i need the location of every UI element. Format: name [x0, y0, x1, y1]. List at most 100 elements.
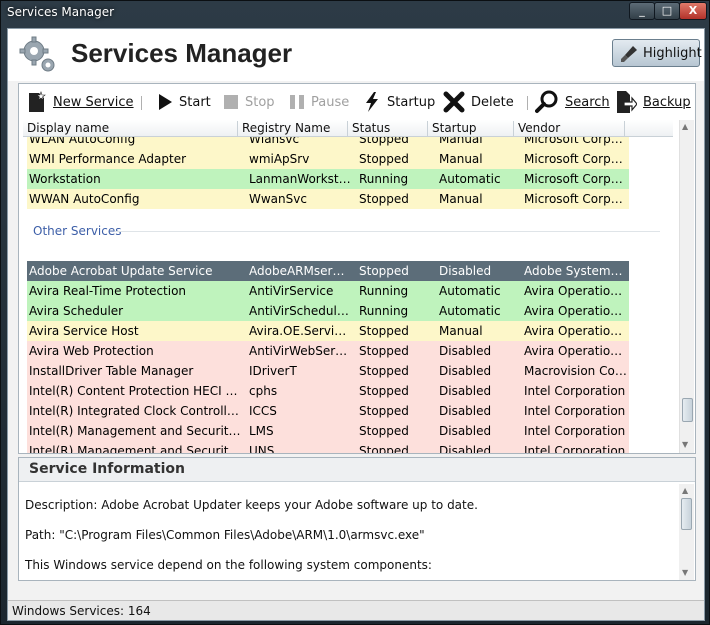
service-path: Path: "C:\Program Files\Common Files\Ado…	[25, 528, 425, 542]
service-row[interactable]: Avira Web Protection AntiVirWebService Sto…	[27, 341, 629, 361]
vendor-cell: Intel Corporation	[524, 424, 626, 438]
service-information-body: Description: Adobe Acrobat Updater keeps…	[25, 498, 665, 588]
pause-button[interactable]: Pause	[289, 90, 349, 114]
service-row[interactable]: WLAN AutoConfig Wlansvc Stopped Manual Micro…	[27, 137, 629, 149]
stop-icon	[224, 95, 238, 109]
scroll-up-arrow[interactable]: ▲	[682, 122, 688, 131]
stop-button[interactable]: Stop	[223, 90, 275, 114]
services-list: Other Services WLAN AutoConfig Wlansvc Sto…	[23, 137, 673, 453]
client-area: Services Manager Highlight New Service S…	[7, 28, 705, 621]
display-name-cell: Intel(R) Management and Security Ap...	[29, 424, 243, 438]
status-cell: Stopped	[359, 344, 409, 358]
list-scrollbar[interactable]: ▲ ▼	[679, 120, 694, 453]
close-button[interactable]: X	[679, 2, 707, 20]
registry-name-cell: AdobeARMservice	[249, 264, 351, 278]
window-title: Services Manager	[7, 5, 115, 19]
registry-name-cell: Avira.OE.Service...	[249, 324, 351, 338]
service-row[interactable]: Avira Real-Time Protection AntiVirService…	[27, 281, 629, 301]
service-row[interactable]: Intel(R) Integrated Clock Controller Ser…	[27, 401, 629, 421]
vendor-cell: Intel Corporation	[524, 444, 626, 453]
startup-cell: Manual	[439, 152, 483, 166]
startup-cell: Disabled	[439, 444, 492, 453]
title-bar[interactable]: Services Manager _ □ X	[1, 1, 709, 25]
display-name-cell: Workstation	[29, 172, 101, 186]
registry-name-cell: AntiVirWebService	[249, 344, 351, 358]
minimize-button[interactable]: _	[629, 2, 655, 20]
vendor-cell: Intel Corporation	[524, 384, 626, 398]
vendor-cell: Microsoft Corpo...	[524, 172, 627, 186]
service-row[interactable]: Intel(R) Management and Security Ap... LM…	[27, 421, 629, 441]
vendor-cell: Microsoft Corpo...	[524, 192, 627, 206]
delete-label: Delete	[471, 94, 514, 110]
service-row[interactable]: InstallDriver Table Manager IDriverT Stopp…	[27, 361, 629, 381]
status-cell: Stopped	[359, 444, 409, 453]
service-dependencies: This Windows service depend on the follo…	[25, 558, 432, 572]
scroll-down-arrow[interactable]: ▼	[682, 440, 688, 449]
service-row[interactable]: Workstation LanmanWorkstat... Running Autom…	[27, 169, 629, 189]
highlight-button[interactable]: Highlight	[612, 39, 702, 67]
delete-x-icon	[443, 91, 465, 113]
new-service-label: New Service	[53, 94, 134, 110]
info-scroll-down-arrow[interactable]: ▼	[682, 568, 688, 577]
startup-cell: Disabled	[439, 344, 492, 358]
service-row[interactable]: WWAN AutoConfig WwanSvc Stopped Manual Micro…	[27, 189, 629, 209]
registry-name-cell: AntiVirScheduler...	[249, 304, 351, 318]
delete-button[interactable]: Delete	[443, 90, 514, 114]
search-button[interactable]: Search	[535, 90, 610, 114]
maximize-button[interactable]: □	[654, 2, 680, 20]
service-row[interactable]: Avira Scheduler AntiVirScheduler... Runnin…	[27, 301, 629, 321]
service-row[interactable]: WMI Performance Adapter wmiApSrv Stopped Ma…	[27, 149, 629, 169]
column-header-status[interactable]: Status	[348, 121, 428, 137]
display-name-cell: Intel(R) Management and Security Ap...	[29, 444, 243, 453]
services-panel: New Service Start Stop Pause Startup Del…	[18, 83, 696, 454]
registry-name-cell: IDriverT	[249, 364, 297, 378]
start-button[interactable]: Start	[157, 90, 211, 114]
highlight-label: Highlight	[643, 46, 702, 61]
registry-name-cell: AntiVirService	[249, 284, 334, 298]
status-cell: Stopped	[359, 192, 409, 206]
vendor-cell: Microsoft Corpo...	[524, 152, 627, 166]
pause-icon	[290, 95, 304, 109]
column-header-registry-name[interactable]: Registry Name	[238, 121, 348, 137]
display-name-cell: WWAN AutoConfig	[29, 192, 140, 206]
service-row[interactable]: Avira Service Host Avira.OE.Service... Sto…	[27, 321, 629, 341]
start-label: Start	[179, 94, 211, 110]
startup-cell: Disabled	[439, 264, 492, 278]
registry-name-cell: LMS	[249, 424, 274, 438]
display-name-cell: Avira Scheduler	[29, 304, 124, 318]
registry-name-cell: Wlansvc	[249, 137, 300, 146]
info-scroll-up-arrow[interactable]: ▲	[682, 486, 688, 495]
column-header-display-name[interactable]: Display name	[23, 121, 238, 137]
vendor-cell: Avira Operations...	[524, 324, 627, 338]
search-icon	[535, 90, 558, 113]
brush-icon	[621, 46, 637, 62]
status-cell: Running	[359, 304, 409, 318]
display-name-cell: Avira Service Host	[29, 324, 139, 338]
display-name-cell: WMI Performance Adapter	[29, 152, 187, 166]
info-scroll-thumb[interactable]	[681, 498, 692, 530]
status-cell: Stopped	[359, 137, 409, 146]
column-header-startup[interactable]: Startup	[428, 121, 514, 137]
display-name-cell: Avira Real-Time Protection	[29, 284, 187, 298]
service-row[interactable]: Adobe Acrobat Update Service AdobeARMserv…	[27, 261, 629, 281]
info-scrollbar[interactable]: ▲ ▼	[679, 484, 694, 580]
app-header: Services Manager Highlight	[8, 29, 704, 81]
column-header-vendor[interactable]: Vendor	[514, 121, 625, 137]
startup-cell: Disabled	[439, 384, 492, 398]
display-name-cell: WLAN AutoConfig	[29, 137, 136, 146]
service-row[interactable]: Intel(R) Content Protection HECI Service…	[27, 381, 629, 401]
startup-cell: Manual	[439, 324, 483, 338]
startup-cell: Automatic	[439, 172, 501, 186]
vendor-cell: Microsoft Corpo...	[524, 137, 627, 146]
toolbar-separator	[141, 96, 142, 110]
services-manager-window: Services Manager _ □ X Services Manager	[0, 0, 710, 625]
backup-button[interactable]: Backup	[615, 90, 691, 114]
scroll-thumb[interactable]	[682, 398, 693, 422]
pause-label: Pause	[311, 94, 350, 110]
startup-cell: Disabled	[439, 424, 492, 438]
toolbar: New Service Start Stop Pause Startup Del…	[19, 84, 695, 120]
backup-label: Backup	[643, 94, 691, 110]
service-row[interactable]: Intel(R) Management and Security Ap... UN…	[27, 441, 629, 453]
new-service-button[interactable]: New Service	[27, 90, 134, 114]
startup-button[interactable]: Startup	[363, 90, 435, 114]
